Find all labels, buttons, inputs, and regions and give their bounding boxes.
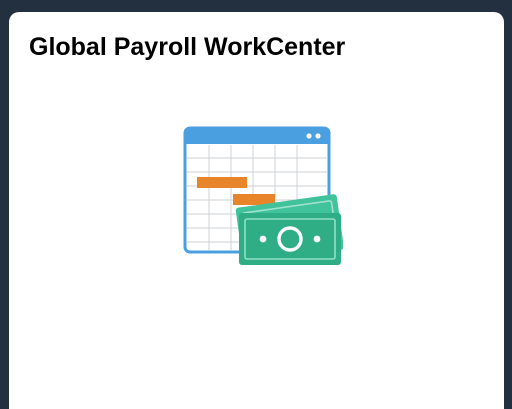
tile-title: Global Payroll WorkCenter (29, 33, 346, 61)
tile-background: Global Payroll WorkCenter (0, 0, 512, 409)
global-payroll-workcenter-tile[interactable]: Global Payroll WorkCenter (9, 12, 504, 409)
calendar-with-money-icon (183, 126, 343, 265)
